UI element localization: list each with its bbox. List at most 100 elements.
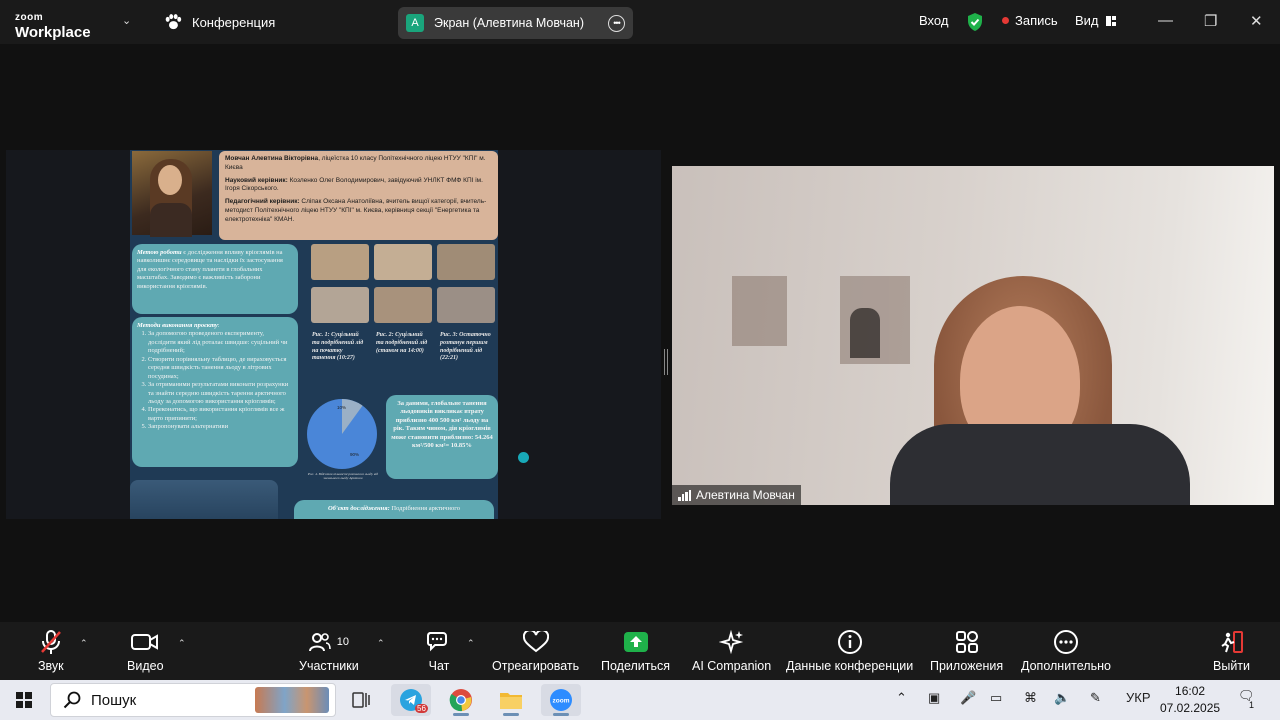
ice-photo [437,244,495,280]
chat-button[interactable]: Чат [427,628,451,673]
split-resize-handle[interactable] [664,349,668,375]
participants-count: 10 [336,636,349,648]
windows-taskbar: Пошук 56 zoom ⌃ ▣ 🎤 ▭ ⌘ 🔈 ✎ УКР 16:02 07… [0,680,1280,720]
result-panel: За даними, глобальне танення льодовиків … [386,395,498,479]
chrome-app[interactable] [441,684,481,716]
language-indicator[interactable]: УКР [1126,690,1151,705]
svg-text:zoom: zoom [553,698,570,705]
pie-caption: Рис. 4. Відсоток кількості розталого льо… [307,472,379,481]
react-label: Отреагировать [492,659,580,673]
conference-button[interactable]: Конференция [164,14,275,30]
record-button[interactable]: Запись [1002,13,1058,28]
zoom-app[interactable]: zoom [541,684,581,716]
telegram-app[interactable]: 56 [391,684,431,716]
share-label: Экран (Алевтина Мовчан) [434,16,584,30]
participants-options-chevron-icon[interactable]: ⌃ [377,638,385,649]
title-bar: zoom Workplace ⌄ Конференция A Экран (Ал… [0,0,1280,44]
ice-photo [437,286,495,323]
audio-label: Звук [38,659,64,673]
screen-share-pill[interactable]: A Экран (Алевтина Мовчан) ••• [398,7,633,39]
ice-photo [311,286,369,323]
more-icon [1053,630,1078,654]
leave-button[interactable]: Выйти [1213,628,1250,673]
folder-icon [500,693,522,709]
participant-body [890,424,1190,505]
bio-name: Мовчан Алевтина Вікторівна [225,155,319,162]
clock[interactable]: 16:02 07.02.2025 [1160,683,1220,717]
react-button[interactable]: Отреагировать [492,628,579,673]
participant-name-tag: Алевтина Мовчан [672,485,801,505]
participants-button[interactable]: 10 Участники [299,628,359,673]
chat-options-chevron-icon[interactable]: ⌃ [467,638,475,649]
search-placeholder: Пошук [91,691,137,709]
audio-options-chevron-icon[interactable]: ⌃ [80,638,88,649]
zoom-app-icon: zoom [550,689,572,711]
ai-companion-button[interactable]: AI Companion [692,628,771,673]
meeting-info-button[interactable]: Данные конференции [786,628,913,673]
ai-label: AI Companion [692,659,772,673]
camera-icon [131,634,159,650]
meeting-stage: Мовчан Алевтина Вікторівна, ліцеїстка 10… [0,44,1280,622]
chevron-down-icon[interactable]: ⌄ [122,14,131,27]
object-text: Подрібнення арктичного [389,505,461,512]
participant-video[interactable]: Алевтина Мовчан [672,166,1274,505]
clock-time: 16:02 [1175,684,1206,698]
more-options-icon[interactable]: ••• [608,14,625,32]
participants-icon [308,633,331,652]
video-options-chevron-icon[interactable]: ⌃ [178,638,186,649]
view-button[interactable]: Вид [1075,13,1117,28]
chrome-icon [449,689,472,712]
leave-label: Выйти [1213,659,1251,673]
view-layout-icon [1105,15,1116,26]
author-bio: Мовчан Алевтина Вікторівна, ліцеїстка 10… [219,151,498,240]
signal-bars-icon [678,489,691,501]
ice-photo [374,244,432,280]
signin-button[interactable]: Вход [919,13,948,28]
shield-check-icon[interactable] [966,12,984,32]
audio-button[interactable]: Звук [38,628,64,673]
tray-microphone-icon[interactable]: 🎤 [960,690,976,706]
apps-icon [955,631,978,653]
pen-icon[interactable]: ✎ [1090,690,1101,706]
task-view-button[interactable] [341,684,381,716]
minimize-icon[interactable]: — [1158,12,1173,29]
signin-label: Вход [919,13,949,28]
meeting-toolbar: Звук ⌃ Видео ⌃ 10 Участники ⌃ Чат ⌃ Отре… [0,622,1280,680]
share-screen-button[interactable]: Поделиться [601,628,670,673]
tray-device-icon[interactable]: ▣ [928,690,940,706]
info-icon [837,630,862,654]
shared-screen[interactable]: Мовчан Алевтина Вікторівна, ліцеїстка 10… [6,150,661,519]
more-button[interactable]: Дополнительно [1021,628,1111,673]
mic-muted-icon [40,630,61,654]
restore-icon[interactable]: ❐ [1204,12,1217,30]
wifi-icon[interactable]: ⌘ [1024,690,1037,706]
wall-picture [732,276,787,346]
telegram-badge: 56 [415,704,428,713]
conference-label: Конференция [192,14,276,30]
ship-image [130,480,278,519]
pie-label-big: 90% [350,452,359,457]
taskbar-search[interactable]: Пошук [50,683,336,717]
battery-icon[interactable]: ▭ [990,690,1002,706]
bio-sci-label: Науковий керівник: [225,176,288,184]
active-indicator [503,713,519,716]
tray-chevron-up-icon[interactable]: ⌃ [896,690,907,706]
wall-picture [840,276,910,364]
object-label: Об'єкт дослідження: [327,505,390,512]
speaker-icon[interactable]: 🔈 [1054,690,1070,706]
zoom-logo[interactable]: zoom Workplace [15,8,91,41]
goal-panel: Метою роботи є дослідження впливу кріогл… [132,244,298,314]
research-poster: Мовчан Алевтина Вікторівна, ліцеїстка 10… [130,150,498,519]
windows-start-icon[interactable] [16,692,32,708]
share-avatar: A [406,14,424,32]
pie-chart: 10% 90% [307,399,377,469]
view-label: Вид [1075,13,1099,28]
share-label: Поделиться [601,659,671,673]
apps-button[interactable]: Приложения [930,628,1003,673]
participant-name: Алевтина Мовчан [696,488,795,502]
close-icon[interactable]: ✕ [1250,12,1263,30]
author-photo [132,151,212,237]
active-indicator [453,713,469,716]
video-button[interactable]: Видео [127,628,164,673]
file-explorer-app[interactable] [491,684,531,716]
